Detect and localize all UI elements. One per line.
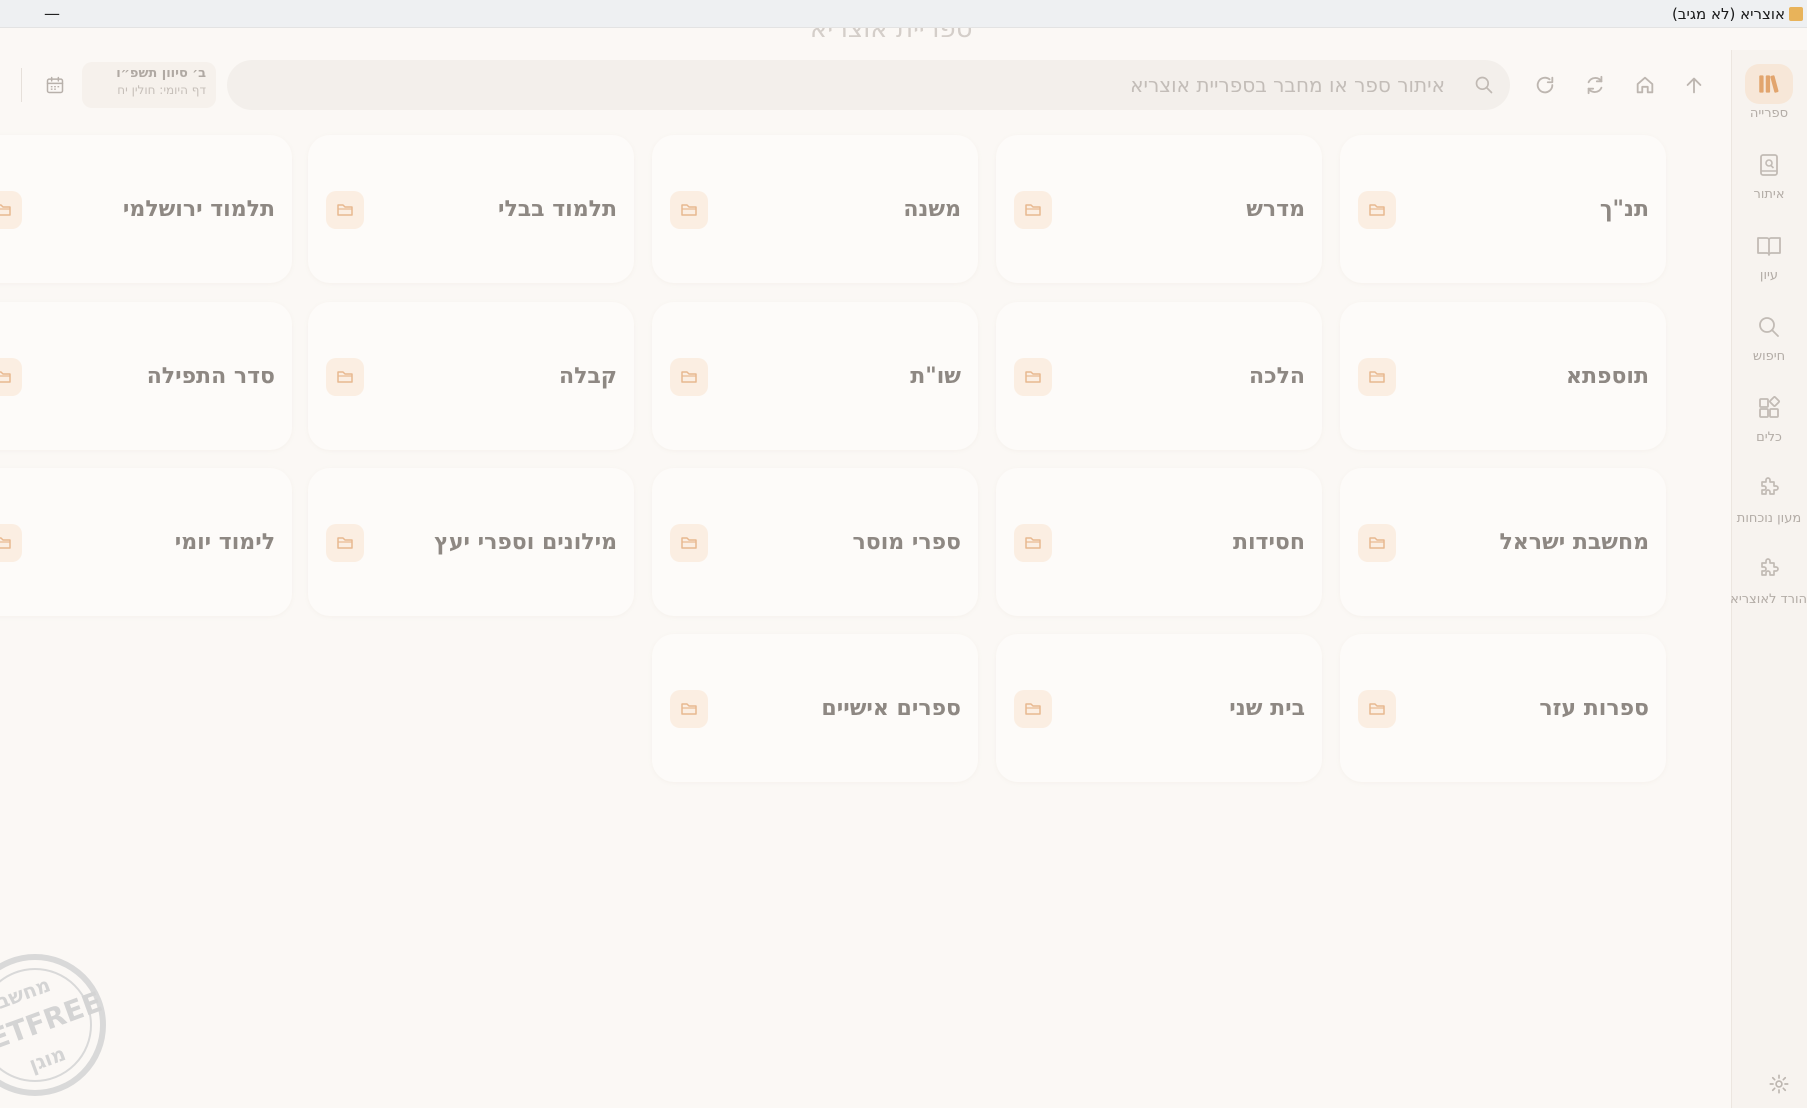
sync-icon <box>1587 75 1603 95</box>
folder-icon <box>1014 690 1052 728</box>
category-label: מדרש <box>1246 197 1305 222</box>
library-icon <box>1745 64 1793 104</box>
navigation-rail: ספרייה איתור עיון חיפוש כלים מעון נוכחות הורד … <box>1730 50 1807 1108</box>
tools-icon <box>1745 388 1793 428</box>
rail-item-5[interactable]: מעון נוכחות <box>1731 463 1807 539</box>
settings-button[interactable] <box>1765 1070 1793 1098</box>
folder-icon <box>1014 524 1052 562</box>
folder-icon <box>326 358 364 396</box>
folder-icon <box>326 524 364 562</box>
category-card[interactable]: משנה <box>652 135 978 283</box>
rail-item-label: עיון <box>1759 268 1779 283</box>
refresh-button[interactable] <box>1530 70 1560 100</box>
rail-item-1[interactable]: איתור <box>1731 139 1807 215</box>
category-card[interactable]: מחשבת ישראל <box>1340 468 1666 616</box>
netfree-stamp-watermark: מחשב NETFREE מוגן <box>0 954 107 1096</box>
navigate-up-button[interactable] <box>1679 70 1709 100</box>
category-card[interactable]: לימוד יומי <box>0 468 292 616</box>
find-book-icon <box>1745 145 1793 185</box>
category-grid: תנ"ך מדרש משנה תלמוד בבלי תלמוד ירושלמי תוספת… <box>0 0 1730 1108</box>
category-label: מחשבת ישראל <box>1499 530 1649 555</box>
category-card[interactable]: תלמוד בבלי <box>308 135 634 283</box>
search-icon <box>1745 307 1793 347</box>
category-label: תלמוד בבלי <box>497 197 617 222</box>
category-card[interactable]: תלמוד ירושלמי <box>0 135 292 283</box>
category-card[interactable]: הלכה <box>996 302 1322 450</box>
puzzle-icon <box>1745 469 1793 509</box>
category-card[interactable]: שו"ת <box>652 302 978 450</box>
folder-icon <box>1358 524 1396 562</box>
category-label: ספרים אישיים <box>821 696 961 721</box>
category-label: קבלה <box>558 364 617 389</box>
app-icon <box>1789 7 1803 21</box>
category-card[interactable]: מדרש <box>996 135 1322 283</box>
category-card[interactable]: תנ"ך <box>1340 135 1666 283</box>
folder-icon <box>326 191 364 229</box>
category-label: ספרות עזר <box>1539 696 1649 721</box>
category-label: מילונים וספרי יעץ <box>434 530 617 555</box>
search-input[interactable] <box>247 60 1447 110</box>
category-label: משנה <box>903 197 961 222</box>
search-icon[interactable] <box>1472 73 1496 97</box>
folder-icon <box>1358 358 1396 396</box>
rail-item-2[interactable]: עיון <box>1731 220 1807 296</box>
folder-icon <box>1358 690 1396 728</box>
rail-item-label: ספרייה <box>1749 106 1789 121</box>
category-label: תנ"ך <box>1599 197 1649 222</box>
category-label: תלמוד ירושלמי <box>122 197 275 222</box>
folder-icon <box>0 358 22 396</box>
folder-icon <box>1358 191 1396 229</box>
category-card[interactable]: קבלה <box>308 302 634 450</box>
rail-item-label: חיפוש <box>1752 349 1786 364</box>
hebrew-date: ב׳ סיוון תשפ״ו <box>116 66 206 81</box>
category-card[interactable]: ספרים אישיים <box>652 634 978 782</box>
book-open-icon <box>1745 226 1793 266</box>
daf-yomi: דף היומי: חולין יח <box>117 83 206 97</box>
calendar-button[interactable] <box>42 72 68 98</box>
rail-item-3[interactable]: חיפוש <box>1731 301 1807 377</box>
folder-icon <box>670 690 708 728</box>
category-card[interactable]: ספרות עזר <box>1340 634 1666 782</box>
gear-icon <box>1769 1074 1789 1094</box>
search-box[interactable] <box>227 60 1510 110</box>
category-label: שו"ת <box>910 364 961 389</box>
category-card[interactable]: ספרי מוסר <box>652 468 978 616</box>
arrow-up-icon <box>1686 77 1702 94</box>
category-card[interactable]: סדר התפילה <box>0 302 292 450</box>
rail-item-label: איתור <box>1753 187 1785 202</box>
category-card[interactable]: תוספתא <box>1340 302 1666 450</box>
folder-icon <box>670 524 708 562</box>
folder-icon <box>1014 358 1052 396</box>
rail-item-label: מעון נוכחות <box>1736 511 1802 526</box>
refresh-icon <box>1536 76 1554 94</box>
category-card[interactable]: חסידות <box>996 468 1322 616</box>
folder-icon <box>670 358 708 396</box>
category-label: סדר התפילה <box>146 364 275 389</box>
home-button[interactable] <box>1630 70 1660 100</box>
home-icon <box>1636 76 1654 94</box>
category-label: תוספתא <box>1565 364 1649 389</box>
folder-icon <box>670 191 708 229</box>
category-label: ספרי מוסר <box>852 530 961 555</box>
rail-item-label: כלים <box>1756 430 1782 445</box>
category-label: חסידות <box>1232 530 1305 555</box>
category-label: בית שני <box>1229 696 1305 721</box>
rail-item-4[interactable]: כלים <box>1731 382 1807 458</box>
category-label: הלכה <box>1249 364 1305 389</box>
rail-item-label: הורד לאוצריא <box>1730 592 1807 607</box>
category-label: לימוד יומי <box>174 530 275 555</box>
stamp-text-bottom: מוגן <box>26 1041 69 1076</box>
rail-item-0[interactable]: ספרייה <box>1731 58 1807 134</box>
toolbar-divider <box>21 68 22 102</box>
rail-item-6[interactable]: הורד לאוצריא <box>1730 544 1807 620</box>
calendar-icon <box>46 76 64 94</box>
category-card[interactable]: מילונים וספרי יעץ <box>308 468 634 616</box>
category-card[interactable]: בית שני <box>996 634 1322 782</box>
date-panel: ב׳ סיוון תשפ״ו דף היומי: חולין יח <box>82 62 216 108</box>
folder-icon <box>1014 191 1052 229</box>
sync-button[interactable] <box>1580 70 1610 100</box>
folder-icon <box>0 191 22 229</box>
folder-icon <box>0 524 22 562</box>
puzzle-icon <box>1745 550 1793 590</box>
